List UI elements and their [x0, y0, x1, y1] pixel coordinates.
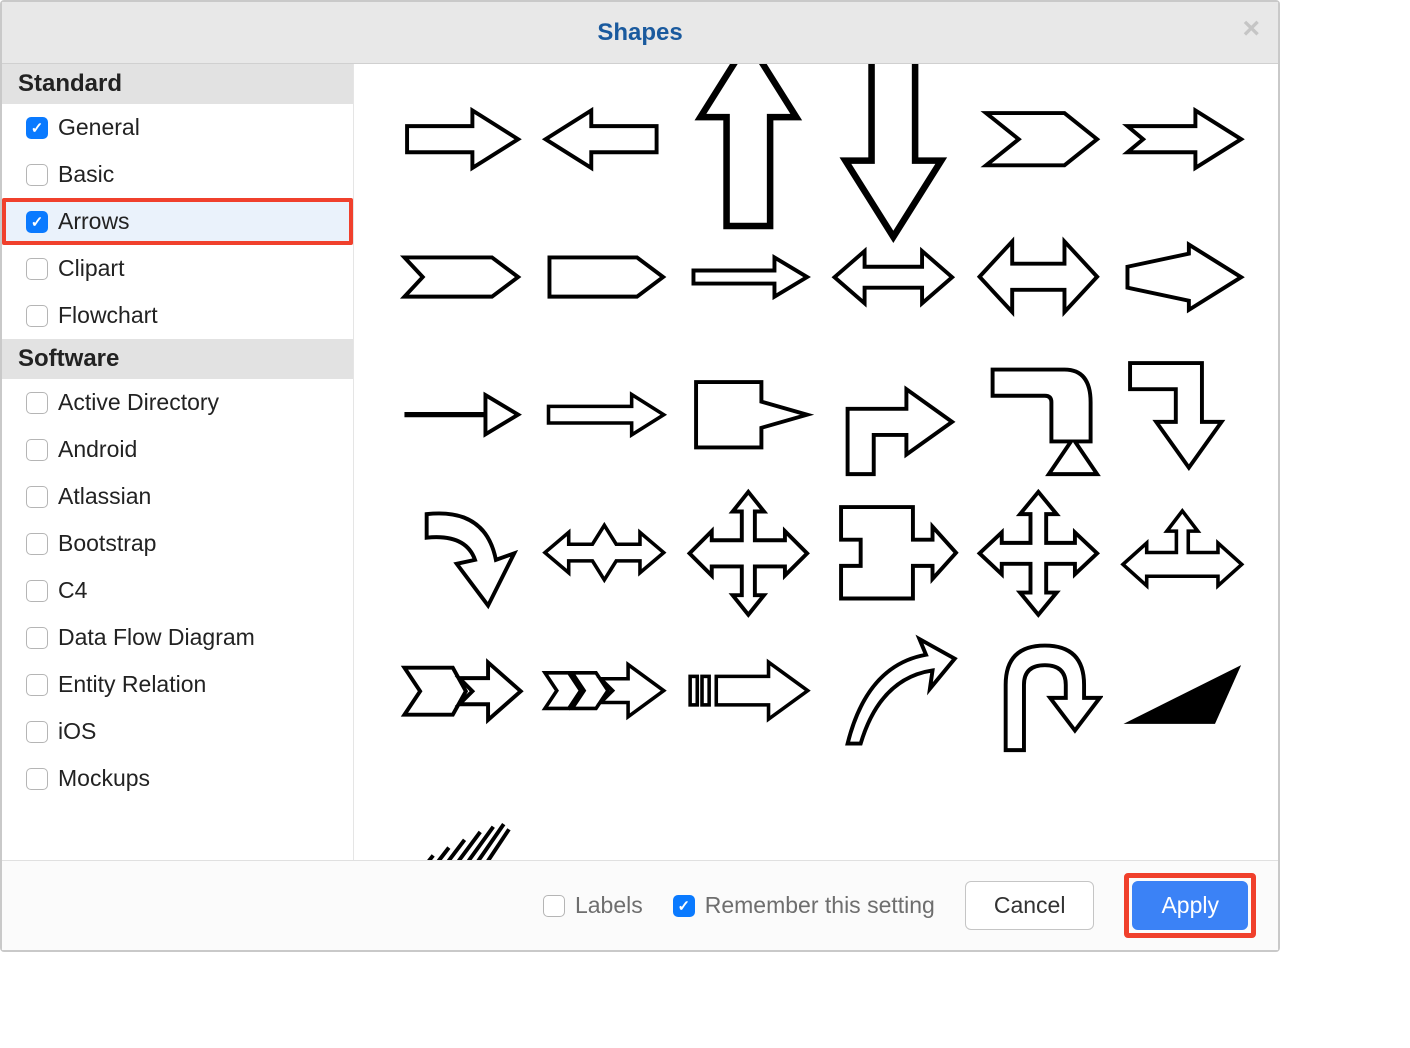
arrow-double-horiz-short[interactable]: [828, 222, 959, 332]
library-item-label: Data Flow Diagram: [58, 624, 255, 651]
arrow-thinline-right[interactable]: [394, 360, 525, 470]
library-item-label: iOS: [58, 718, 96, 745]
library-item-active-directory[interactable]: Active Directory: [2, 379, 353, 426]
checkbox-icon: [543, 895, 565, 917]
arrow-double-horiz-tall[interactable]: [973, 222, 1104, 332]
library-item-ios[interactable]: iOS: [2, 708, 353, 755]
library-item-label: Flowchart: [58, 302, 158, 329]
library-item-arrows[interactable]: Arrows: [2, 198, 353, 245]
arrow-swoosh-right[interactable]: [828, 636, 959, 746]
checkbox-icon: [26, 721, 48, 743]
arrow-notched-right[interactable]: [1117, 84, 1248, 194]
dialog-title: Shapes: [597, 19, 682, 47]
library-item-label: Bootstrap: [58, 530, 156, 557]
checkbox-icon: [26, 533, 48, 555]
arrow-slashes[interactable]: [394, 774, 525, 860]
checkbox-icon: [26, 627, 48, 649]
arrow-square-point[interactable]: [683, 360, 814, 470]
library-item-flowchart[interactable]: Flowchart: [2, 292, 353, 339]
arrow-sharp-right[interactable]: [1117, 222, 1248, 332]
library-item-label: Arrows: [58, 208, 130, 235]
library-item-label: General: [58, 114, 140, 141]
library-item-atlassian[interactable]: Atlassian: [2, 473, 353, 520]
shape-preview-pane[interactable]: [354, 64, 1278, 860]
arrow-up-block[interactable]: [683, 84, 814, 194]
library-item-general[interactable]: General: [2, 104, 353, 151]
library-item-label: Mockups: [58, 765, 150, 792]
apply-button[interactable]: Apply: [1132, 881, 1248, 930]
arrow-feather-right[interactable]: [539, 636, 670, 746]
checkbox-icon: [26, 164, 48, 186]
library-item-label: Clipart: [58, 255, 124, 282]
library-item-c4[interactable]: C4: [2, 567, 353, 614]
apply-button-highlight: Apply: [1124, 873, 1256, 938]
arrow-tri-up-horiz[interactable]: [1117, 498, 1248, 608]
library-group-header: Software: [2, 339, 353, 379]
library-item-clipart[interactable]: Clipart: [2, 245, 353, 292]
library-item-label: C4: [58, 577, 87, 604]
checkbox-icon: [26, 768, 48, 790]
checkbox-icon: [26, 674, 48, 696]
remember-checkbox-label: Remember this setting: [705, 892, 935, 919]
arrow-puzzle-right[interactable]: [828, 498, 959, 608]
arrow-hex-right[interactable]: [394, 222, 525, 332]
checkbox-icon: [26, 486, 48, 508]
remember-checkbox[interactable]: Remember this setting: [673, 892, 935, 919]
library-item-label: Entity Relation: [58, 671, 206, 698]
arrow-down-block[interactable]: [828, 84, 959, 194]
checkbox-icon: [673, 895, 695, 917]
arrow-striped-right[interactable]: [683, 636, 814, 746]
arrow-diamond-horiz[interactable]: [539, 498, 670, 608]
arrow-left-block[interactable]: [539, 84, 670, 194]
library-item-label: Active Directory: [58, 389, 219, 416]
checkbox-icon: [26, 305, 48, 327]
library-group-header: Standard: [2, 64, 353, 104]
checkbox-icon: [26, 211, 48, 233]
arrow-solid-triangle[interactable]: [1117, 636, 1248, 746]
labels-checkbox[interactable]: Labels: [543, 892, 643, 919]
arrow-quad[interactable]: [683, 498, 814, 608]
arrow-chevron-right[interactable]: [973, 84, 1104, 194]
arrow-u-turn-up[interactable]: [973, 636, 1104, 746]
arrow-right-block[interactable]: [394, 84, 525, 194]
library-item-basic[interactable]: Basic: [2, 151, 353, 198]
arrow-curved-down[interactable]: [394, 498, 525, 608]
library-item-label: Atlassian: [58, 483, 151, 510]
library-item-android[interactable]: Android: [2, 426, 353, 473]
labels-checkbox-label: Labels: [575, 892, 643, 919]
arrow-bent-up-right[interactable]: [828, 360, 959, 470]
dialog-body: Standard General Basic Arrows Clipart Flowcha…: [2, 64, 1278, 860]
close-icon[interactable]: ×: [1242, 14, 1260, 44]
library-item-label: Android: [58, 436, 137, 463]
checkbox-icon: [26, 439, 48, 461]
checkbox-icon: [26, 580, 48, 602]
library-item-bootstrap[interactable]: Bootstrap: [2, 520, 353, 567]
library-item-data-flow-diagram[interactable]: Data Flow Diagram: [2, 614, 353, 661]
arrow-cross[interactable]: [973, 498, 1104, 608]
dialog-titlebar: Shapes ×: [2, 2, 1278, 64]
arrow-thin-right[interactable]: [683, 222, 814, 332]
arrow-corner-down[interactable]: [1117, 360, 1248, 470]
checkbox-icon: [26, 117, 48, 139]
library-item-label: Basic: [58, 161, 114, 188]
library-item-entity-relation[interactable]: Entity Relation: [2, 661, 353, 708]
arrow-pentagon-right[interactable]: [539, 222, 670, 332]
shape-library-sidebar[interactable]: Standard General Basic Arrows Clipart Flowcha…: [2, 64, 354, 860]
arrow-bent-right-down[interactable]: [973, 360, 1104, 470]
library-item-mockups[interactable]: Mockups: [2, 755, 353, 802]
checkbox-icon: [26, 258, 48, 280]
dialog-footer: Labels Remember this setting Cancel Appl…: [2, 860, 1278, 950]
arrow-long-open-right[interactable]: [539, 360, 670, 470]
cancel-button[interactable]: Cancel: [965, 881, 1095, 930]
shape-grid: [394, 84, 1248, 860]
checkbox-icon: [26, 392, 48, 414]
arrow-notch-tail[interactable]: [394, 636, 525, 746]
